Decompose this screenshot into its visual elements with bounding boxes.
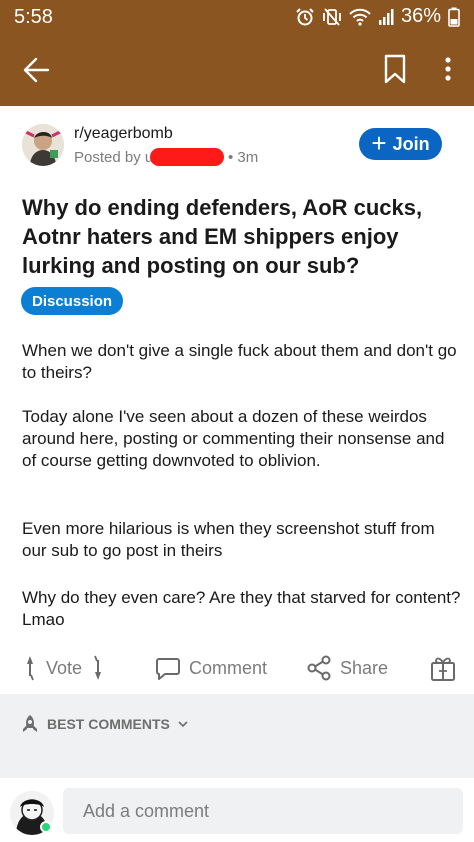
gift-icon xyxy=(431,657,455,681)
vote-label: Vote xyxy=(46,657,83,678)
online-indicator xyxy=(40,821,52,833)
vote-group: Vote xyxy=(22,648,106,688)
alarm-icon xyxy=(295,7,315,27)
join-button[interactable]: + Join xyxy=(359,128,442,160)
vibrate-mute-icon xyxy=(322,7,342,27)
more-vertical-icon xyxy=(445,57,451,81)
bookmark-button[interactable] xyxy=(380,52,410,86)
downvote-icon xyxy=(94,655,102,680)
subreddit-avatar[interactable] xyxy=(22,124,64,166)
back-button[interactable] xyxy=(18,50,58,90)
post-actions: Vote Comment Share xyxy=(0,648,474,690)
status-icons: 36% xyxy=(295,5,460,28)
app-header: 5:58 36% xyxy=(0,0,474,106)
status-bar: 5:58 36% xyxy=(0,0,474,34)
rocket-icon xyxy=(23,715,37,732)
comment-button[interactable]: Comment xyxy=(155,648,267,688)
add-comment-input[interactable] xyxy=(63,788,463,834)
share-label: Share xyxy=(340,657,389,678)
upvote-button[interactable] xyxy=(22,653,38,683)
battery-icon xyxy=(448,7,460,27)
username-redaction xyxy=(150,148,224,166)
comment-sort-button[interactable]: BEST COMMENTS xyxy=(20,714,189,734)
comment-label: Comment xyxy=(189,657,268,678)
chevron-down-icon xyxy=(178,721,188,728)
post-time: • 3m xyxy=(228,149,259,166)
bookmark-icon xyxy=(384,54,406,84)
comment-icon xyxy=(156,658,180,680)
post-title: Why do ending defenders, AoR cucks, Aotn… xyxy=(22,195,423,278)
join-label: Join xyxy=(392,133,430,154)
more-options-button[interactable] xyxy=(436,52,460,86)
post-paragraph: Today alone I've seen about a dozen of t… xyxy=(22,407,445,470)
share-button[interactable]: Share xyxy=(306,648,388,688)
battery-level: 36% xyxy=(400,5,441,27)
post-flair[interactable]: Discussion xyxy=(21,287,124,315)
back-arrow-icon xyxy=(23,57,50,83)
signal-icon xyxy=(378,8,394,26)
post-header: r/yeagerbomb Posted by u • 3m + Join xyxy=(0,118,474,178)
wifi-icon xyxy=(349,8,371,26)
subreddit-name[interactable]: r/yeagerbomb xyxy=(74,125,173,143)
comment-composer xyxy=(0,778,474,842)
sort-label: BEST COMMENTS xyxy=(47,716,170,732)
post-paragraph: Why do they even care? Are they that sta… xyxy=(22,588,461,629)
posted-by-label: Posted by u xyxy=(74,149,154,166)
plus-icon: + xyxy=(371,127,387,158)
post-paragraph: Even more hilarious is when they screens… xyxy=(22,519,435,560)
comments-section: BEST COMMENTS xyxy=(0,694,474,778)
share-icon xyxy=(307,655,331,681)
status-time: 5:58 xyxy=(14,6,53,28)
upvote-icon xyxy=(27,656,34,681)
nav-row xyxy=(0,40,474,98)
downvote-button[interactable] xyxy=(90,653,106,683)
award-button[interactable] xyxy=(430,648,456,688)
post-paragraph: When we don't give a single fuck about t… xyxy=(22,341,457,382)
